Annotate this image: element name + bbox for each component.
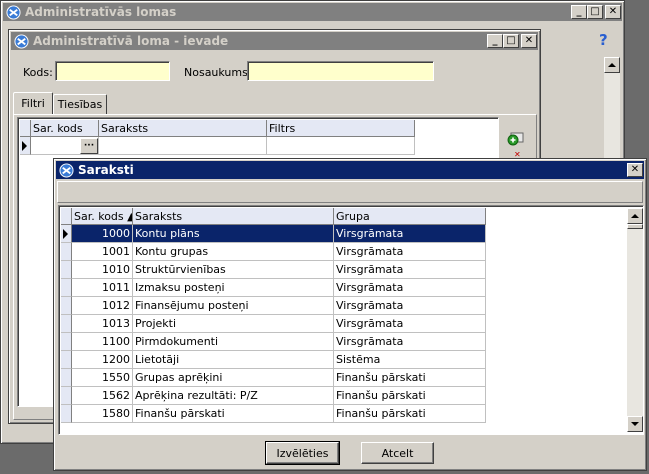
- column-header-saraksts[interactable]: Saraksts: [99, 120, 267, 137]
- cell-grupa[interactable]: Virsgrāmata: [334, 243, 486, 261]
- grid-corner: [61, 208, 72, 225]
- cell-grupa[interactable]: Sistēma: [334, 351, 486, 369]
- cell-sar-kods[interactable]: 1013: [72, 315, 133, 333]
- question-icon[interactable]: ?: [599, 31, 613, 49]
- scroll-up-icon[interactable]: [604, 57, 620, 73]
- cell-grupa[interactable]: Virsgrāmata: [334, 225, 486, 243]
- cell-sar-kods[interactable]: 1001: [72, 243, 133, 261]
- cell-sar-kods[interactable]: 1010: [72, 261, 133, 279]
- close-icon[interactable]: ✕: [605, 5, 621, 19]
- cell-sar-kods[interactable]: 1200: [72, 351, 133, 369]
- row-indicator: [61, 315, 72, 333]
- cell-filtrs-edit[interactable]: [267, 137, 415, 155]
- column-header-grupa[interactable]: Grupa: [334, 208, 486, 225]
- cell-grupa[interactable]: Virsgrāmata: [334, 261, 486, 279]
- cell-saraksts[interactable]: Kontu plāns: [133, 225, 334, 243]
- cell-grupa[interactable]: Virsgrāmata: [334, 333, 486, 351]
- close-icon[interactable]: ✕: [521, 34, 537, 48]
- current-row-arrow-icon: [22, 141, 27, 151]
- row-indicator: [61, 297, 72, 315]
- row-indicator: [61, 369, 72, 387]
- cell-saraksts[interactable]: Finansējumu posteņi: [133, 297, 334, 315]
- scroll-thumb[interactable]: [627, 224, 643, 229]
- minimize-icon[interactable]: _: [571, 5, 587, 19]
- add-row-button[interactable]: [503, 126, 529, 150]
- entry-window-title: Administratīvā loma - ievade: [33, 34, 229, 48]
- dialog-toolbar: [57, 181, 643, 203]
- cancel-button[interactable]: Atcelt: [361, 442, 434, 464]
- nosaukums-input[interactable]: [247, 61, 434, 81]
- saraksti-title: Saraksti: [78, 163, 134, 177]
- cell-saraksts[interactable]: Finanšu pārskati: [133, 405, 334, 423]
- row-indicator: [61, 351, 72, 369]
- current-row-arrow-icon: [63, 229, 68, 239]
- cell-sar-kods[interactable]: 1580: [72, 405, 133, 423]
- cell-saraksts[interactable]: Kontu grupas: [133, 243, 334, 261]
- tab-filtri[interactable]: Filtri: [13, 92, 53, 114]
- cell-grupa[interactable]: Virsgrāmata: [334, 279, 486, 297]
- row-indicator: [61, 243, 72, 261]
- cell-grupa[interactable]: Finanšu pārskati: [334, 387, 486, 405]
- saraksti-grid[interactable]: Sar. kods ▲ Saraksts Grupa 1000 Kontu plā…: [58, 205, 644, 435]
- grid-corner: [20, 120, 31, 137]
- entry-window-titlebar[interactable]: Administratīvā loma - ievade _ □ ✕: [11, 32, 538, 50]
- cell-sar-kods[interactable]: 1000: [72, 225, 133, 243]
- scroll-down-icon[interactable]: [627, 416, 643, 432]
- cell-saraksts[interactable]: Lietotāji: [133, 351, 334, 369]
- cell-saraksts[interactable]: Aprēķina rezultāti: P/Z: [133, 387, 334, 405]
- tab-tiesibas-label: Tiesības: [57, 98, 103, 111]
- column-header-filtrs[interactable]: Filtrs: [267, 120, 415, 137]
- cell-sar-kods[interactable]: 1011: [72, 279, 133, 297]
- column-header-saraksts[interactable]: Saraksts: [133, 208, 334, 225]
- ellipsis-button[interactable]: ···: [80, 138, 98, 154]
- bg-window-titlebar[interactable]: Administratīvās lomas _ □ ✕: [3, 3, 622, 21]
- cell-sar-kods[interactable]: 1562: [72, 387, 133, 405]
- saraksti-titlebar[interactable]: Saraksti ✕: [56, 161, 644, 179]
- cell-saraksts[interactable]: Projekti: [133, 315, 334, 333]
- saraksti-scrollbar[interactable]: [627, 208, 643, 432]
- tab-tiesibas[interactable]: Tiesības: [53, 94, 107, 114]
- cell-grupa[interactable]: Virsgrāmata: [334, 297, 486, 315]
- cell-grupa[interactable]: Finanšu pārskati: [334, 405, 486, 423]
- add-icon: [507, 132, 524, 146]
- bg-window-title: Administratīvās lomas: [25, 5, 177, 19]
- kods-input[interactable]: [55, 61, 170, 81]
- maximize-icon[interactable]: □: [503, 34, 519, 48]
- minimize-icon[interactable]: _: [487, 34, 503, 48]
- kods-label: Kods:: [23, 66, 53, 79]
- cell-saraksts-edit[interactable]: [99, 137, 267, 155]
- row-indicator: [61, 225, 72, 243]
- cell-sar-kods[interactable]: 1550: [72, 369, 133, 387]
- cell-grupa[interactable]: Virsgrāmata: [334, 315, 486, 333]
- cell-saraksts[interactable]: Grupas aprēķini: [133, 369, 334, 387]
- tab-filtri-label: Filtri: [21, 97, 45, 110]
- row-indicator: [20, 137, 31, 155]
- cell-saraksts[interactable]: Struktūrvienības: [133, 261, 334, 279]
- maximize-icon[interactable]: □: [587, 5, 603, 19]
- cell-grupa[interactable]: Finanšu pārskati: [334, 369, 486, 387]
- row-indicator: [61, 333, 72, 351]
- column-header-sar-kods[interactable]: Sar. kods: [31, 120, 99, 137]
- app-logo-icon: [14, 33, 29, 49]
- nosaukums-label: Nosaukums:: [184, 66, 252, 79]
- close-icon[interactable]: ✕: [627, 163, 643, 177]
- row-indicator: [61, 405, 72, 423]
- cell-sar-kods[interactable]: 1100: [72, 333, 133, 351]
- app-logo-icon: [59, 162, 74, 178]
- cell-sar-kods[interactable]: 1012: [72, 297, 133, 315]
- scroll-up-icon[interactable]: [627, 208, 643, 224]
- select-button[interactable]: Izvēlēties: [265, 441, 340, 465]
- saraksti-dialog: Saraksti ✕ Sar. kods ▲ Saraksts Grupa 10…: [53, 158, 647, 471]
- row-indicator: [61, 387, 72, 405]
- column-header-sar-kods[interactable]: Sar. kods ▲: [72, 208, 133, 225]
- app-logo-icon: [6, 4, 21, 20]
- row-indicator: [61, 279, 72, 297]
- cell-saraksts[interactable]: Izmaksu posteņi: [133, 279, 334, 297]
- cell-saraksts[interactable]: Pirmdokumenti: [133, 333, 334, 351]
- row-indicator: [61, 261, 72, 279]
